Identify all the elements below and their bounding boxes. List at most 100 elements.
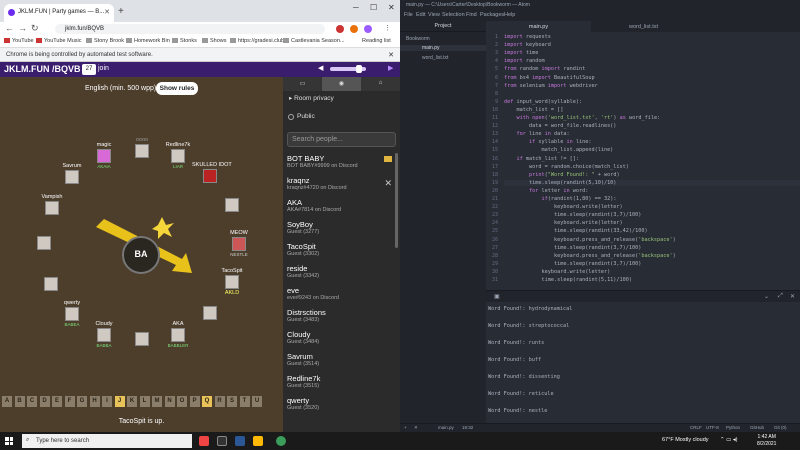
tab-chat[interactable]: ▭ (283, 77, 322, 91)
menu-find[interactable]: Find (466, 12, 477, 18)
atom-taskbar-icon[interactable] (276, 436, 286, 446)
encoding[interactable]: UTF-8 (706, 425, 719, 430)
reading-list[interactable]: Reading list (362, 38, 391, 44)
maximize-icon[interactable]: ☐ (370, 3, 377, 12)
join-link[interactable]: join (98, 65, 109, 72)
bookmark-youtube[interactable]: YouTube (4, 38, 34, 44)
tab-players[interactable]: ◉ (322, 77, 361, 91)
status-file[interactable]: main.py (438, 425, 454, 430)
bookmark-castlevania[interactable]: Castlevania Season... (283, 38, 345, 44)
back-icon[interactable]: ← (5, 23, 14, 33)
tab-main-py[interactable]: main.py (486, 21, 591, 32)
forward-icon[interactable]: → (18, 23, 27, 33)
tree-file-main[interactable]: main.py (400, 45, 486, 51)
extension-icon[interactable] (350, 25, 358, 33)
bookmark-homework-bin[interactable]: Homework Bin (126, 38, 170, 44)
volume-knob[interactable] (355, 65, 362, 73)
people-list-item[interactable]: TacoSpit Guest (3302) (283, 241, 400, 263)
line-number: 25 (491, 228, 498, 235)
close-tab-icon[interactable]: ✕ (104, 8, 110, 16)
people-list-item[interactable]: qwerty Guest (3520) (283, 395, 400, 417)
show-rules-button[interactable]: Show rules (156, 82, 198, 95)
cursor-position[interactable]: 19:32 (462, 425, 473, 430)
taskbar-search[interactable]: ⌕ Type here to search (22, 434, 192, 448)
bookmark-youtube-music[interactable]: YouTube Music (36, 38, 82, 44)
people-list-item[interactable]: AKA AKA#7814 on Discord (283, 197, 400, 219)
menu-view[interactable]: View (428, 12, 440, 18)
avatar (135, 144, 149, 158)
task-view-icon[interactable] (217, 436, 227, 446)
line-ending[interactable]: CRLF (690, 425, 702, 430)
bookmark-shows[interactable]: Shows (202, 38, 227, 44)
menu-file[interactable]: File (404, 12, 413, 18)
tab-settings[interactable]: ⌂ (361, 77, 400, 91)
reload-icon[interactable]: ↻ (31, 23, 39, 34)
search-people-input[interactable]: Search people... (287, 132, 396, 147)
tray-icons[interactable]: ⌃ ▭ ◂) (720, 437, 737, 443)
tab-word-list[interactable]: word_list.txt (591, 21, 696, 32)
add-icon[interactable]: + (404, 425, 407, 430)
menu-packages[interactable]: Packages (480, 12, 504, 18)
chrome-tab-jklm[interactable]: JKLM.FUN | Party games — B... ✕ (4, 4, 114, 22)
project-tab[interactable]: Project (400, 21, 486, 32)
people-list-item[interactable]: Redline7k Guest (3515) (283, 373, 400, 395)
menu-selection[interactable]: Selection (442, 12, 465, 18)
bookmark-gradesi[interactable]: https://gradesi.club (230, 38, 284, 44)
menu-edit[interactable]: Edit (416, 12, 425, 18)
bomb-syllable: BA (122, 236, 160, 274)
tab-title: JKLM.FUN | Party games — B... (18, 9, 105, 15)
taskbar-clock[interactable]: 1:42 AM 8/2/2021 (757, 434, 776, 448)
code-line: from selenium import webdriver (504, 82, 598, 89)
close-panel-icon[interactable]: ✕ (790, 293, 795, 300)
bookmark-stony-brook[interactable]: Stony Brook (86, 38, 124, 44)
file-explorer-icon[interactable] (253, 436, 263, 446)
people-list-item[interactable]: Distrsctions Guest (3483) (283, 307, 400, 329)
bookmark-stonks[interactable]: Stonks (172, 38, 197, 44)
people-list-item[interactable]: Savrum Guest (3514) (283, 351, 400, 373)
avatar (65, 307, 79, 321)
maximize-panel-icon[interactable]: ⤢ (778, 293, 783, 300)
chrome-menu-icon[interactable]: ⋮ (384, 24, 391, 32)
kick-icon[interactable]: ✕ (384, 178, 392, 189)
people-list-item[interactable]: Cloudy Guest (3484) (283, 329, 400, 351)
tree-file-wordlist[interactable]: word_list.txt (422, 55, 448, 61)
close-icon[interactable]: ✕ (388, 51, 394, 59)
extension-icon[interactable] (336, 25, 344, 33)
chrome-taskbar-icon[interactable] (199, 436, 209, 446)
code-line: if syllable in line: (529, 139, 592, 146)
grammar[interactable]: Python (726, 425, 740, 430)
scrollbar[interactable] (395, 153, 398, 248)
github-button[interactable]: GitHub (750, 425, 764, 430)
menu-help[interactable]: Help (504, 12, 515, 18)
windows-start-icon[interactable] (5, 437, 13, 445)
line-number: 7 (494, 82, 498, 89)
weather-widget[interactable]: 67°F Mostly cloudy (662, 437, 709, 443)
close-window-icon[interactable]: ✕ (388, 3, 395, 12)
profile-avatar-icon[interactable] (364, 25, 372, 33)
terminal-icon[interactable]: ▣ (494, 293, 500, 300)
address-bar[interactable]: jklm.fun/BQVB (55, 24, 325, 34)
code-line: match_list.append(line) (504, 147, 614, 154)
tree-folder-bookworm[interactable]: Bookworm (406, 36, 430, 42)
code-editor[interactable]: 1 import requests 2 import keyboard 3 import … (486, 32, 800, 284)
volume-slider[interactable] (330, 65, 366, 73)
git-button[interactable]: Git (0) (774, 425, 787, 430)
close-icon[interactable]: ✕ (414, 425, 418, 431)
new-tab-icon[interactable]: + (118, 6, 124, 17)
people-list-item[interactable]: reside Guest (3342) (283, 263, 400, 285)
person-subtitle: Guest (3302) (287, 251, 320, 257)
people-list-item[interactable]: BOT BABY BOT BABY#9999 on Discord (283, 153, 400, 175)
minimize-icon[interactable]: ─ (353, 3, 359, 12)
line-number: 10 (491, 106, 498, 113)
expand-icon[interactable]: ▶ (388, 64, 393, 72)
chrome-toolbar: ← → ↻ jklm.fun/BQVB ⋮ (0, 22, 400, 36)
speaker-icon[interactable]: ◀ (318, 64, 323, 72)
people-list-item[interactable]: kraqnz kraqnz#4720 on Discord ✕ (283, 175, 400, 197)
people-list-item[interactable]: eve eve#9243 on Discord (283, 285, 400, 307)
code-line: time.sleep(randint(5,11)/100) (504, 277, 633, 283)
public-radio[interactable] (288, 114, 294, 120)
site-title[interactable]: JKLM.FUN /BQVB (4, 64, 81, 74)
people-list-item[interactable]: SoyBoy Guest (3277) (283, 219, 400, 241)
chevron-down-icon[interactable]: ⌄ (764, 293, 769, 300)
app-taskbar-icon[interactable] (235, 436, 245, 446)
